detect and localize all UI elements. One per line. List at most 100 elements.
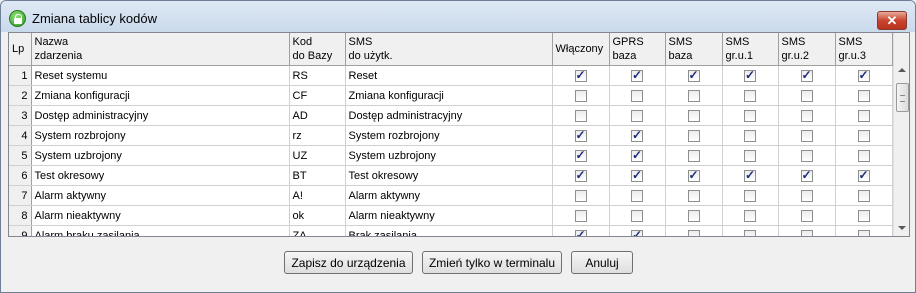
enabled-checkbox[interactable] (574, 228, 587, 236)
user-sms-cell[interactable]: Zmiana konfiguracji (345, 85, 553, 106)
sms-group-2-checkbox[interactable] (800, 149, 813, 162)
close-button[interactable]: ✕ (877, 11, 907, 30)
column-header-0[interactable]: Lp (9, 33, 32, 66)
column-header-5[interactable]: GPRS baza (609, 33, 666, 66)
sms-group-2-checkbox[interactable] (800, 89, 813, 102)
gprs-base-checkbox[interactable] (631, 209, 643, 222)
table-row[interactable]: 3 Dostęp administracyjny AD Dostęp administ… (9, 105, 893, 126)
event-name-cell[interactable]: System uzbrojony (31, 145, 290, 166)
sms-group-3-checkbox[interactable] (857, 209, 870, 222)
enabled-checkbox[interactable] (574, 189, 587, 202)
sms-group-1-checkbox[interactable] (744, 189, 756, 202)
cancel-button[interactable]: Anuluj (571, 251, 633, 274)
column-header-2[interactable]: Kod do Bazy (289, 33, 346, 66)
save-to-device-button[interactable]: Zapisz do urządzenia (284, 251, 413, 274)
sms-group-2-checkbox[interactable] (800, 189, 813, 202)
sms-group-2-checkbox[interactable] (800, 109, 813, 122)
sms-group-1-checkbox[interactable] (744, 149, 756, 162)
table-row[interactable]: 4 System rozbrojony rz System rozbrojony (9, 125, 893, 146)
event-name-cell[interactable]: Dostęp administracyjny (31, 105, 290, 126)
sms-group-2-checkbox[interactable] (800, 229, 813, 236)
enabled-checkbox[interactable] (574, 168, 587, 182)
sms-group-2-checkbox[interactable] (800, 68, 813, 82)
sms-group-2-checkbox[interactable] (800, 129, 813, 142)
base-code-cell[interactable]: ok (289, 205, 346, 226)
enabled-checkbox[interactable] (574, 128, 587, 142)
sms-group-3-checkbox[interactable] (857, 89, 870, 102)
column-header-9[interactable]: SMS gr.u.3 (835, 33, 893, 66)
column-header-1[interactable]: Nazwa zdarzenia (31, 33, 290, 66)
table-row[interactable]: 2 Zmiana konfiguracji CF Zmiana konfiguracj… (9, 85, 893, 106)
sms-group-3-checkbox[interactable] (857, 68, 870, 82)
sms-group-1-checkbox[interactable] (744, 89, 756, 102)
user-sms-cell[interactable]: Alarm nieaktywny (345, 205, 553, 226)
sms-base-checkbox[interactable] (687, 109, 700, 122)
sms-group-3-checkbox[interactable] (857, 229, 870, 236)
sms-group-3-checkbox[interactable] (857, 129, 870, 142)
event-name-cell[interactable]: Reset systemu (31, 65, 290, 86)
title-bar[interactable]: Zmiana tablicy kodów ✕ (1, 1, 915, 32)
table-row[interactable]: 9 Alarm braku zasilania ZA Brak zasilania (9, 225, 893, 236)
sms-base-checkbox[interactable] (687, 68, 700, 82)
gprs-base-checkbox[interactable] (631, 128, 643, 142)
base-code-cell[interactable]: AD (289, 105, 346, 126)
event-name-cell[interactable]: Alarm braku zasilania (31, 225, 290, 236)
sms-group-1-checkbox[interactable] (744, 229, 756, 236)
event-name-cell[interactable]: Zmiana konfiguracji (31, 85, 290, 106)
change-in-terminal-button[interactable]: Zmień tylko w terminalu (422, 251, 562, 274)
base-code-cell[interactable]: BT (289, 165, 346, 186)
base-code-cell[interactable]: CF (289, 85, 346, 106)
column-header-8[interactable]: SMS gr.u.2 (778, 33, 836, 66)
user-sms-cell[interactable]: System rozbrojony (345, 125, 553, 146)
scroll-up-icon[interactable] (898, 68, 906, 72)
user-sms-cell[interactable]: System uzbrojony (345, 145, 553, 166)
base-code-cell[interactable]: A! (289, 185, 346, 206)
gprs-base-checkbox[interactable] (631, 89, 643, 102)
user-sms-cell[interactable]: Reset (345, 65, 553, 86)
column-header-6[interactable]: SMS baza (665, 33, 723, 66)
gprs-base-checkbox[interactable] (631, 109, 643, 122)
enabled-checkbox[interactable] (574, 209, 587, 222)
sms-group-1-checkbox[interactable] (744, 109, 756, 122)
sms-group-1-checkbox[interactable] (744, 209, 756, 222)
sms-base-checkbox[interactable] (687, 168, 700, 182)
gprs-base-checkbox[interactable] (631, 148, 643, 162)
enabled-checkbox[interactable] (574, 148, 587, 162)
vertical-scrollbar[interactable] (893, 33, 909, 236)
sms-base-checkbox[interactable] (687, 229, 700, 236)
sms-group-1-checkbox[interactable] (744, 168, 756, 182)
base-code-cell[interactable]: ZA (289, 225, 346, 236)
base-code-cell[interactable]: UZ (289, 145, 346, 166)
gprs-base-checkbox[interactable] (631, 168, 643, 182)
sms-base-checkbox[interactable] (687, 149, 700, 162)
table-row[interactable]: 5 System uzbrojony UZ System uzbrojony (9, 145, 893, 166)
event-name-cell[interactable]: Alarm aktywny (31, 185, 290, 206)
sms-base-checkbox[interactable] (687, 89, 700, 102)
sms-base-checkbox[interactable] (687, 209, 700, 222)
gprs-base-checkbox[interactable] (631, 68, 643, 82)
event-name-cell[interactable]: Alarm nieaktywny (31, 205, 290, 226)
user-sms-cell[interactable]: Alarm aktywny (345, 185, 553, 206)
sms-group-2-checkbox[interactable] (800, 168, 813, 182)
table-row[interactable]: 1 Reset systemu RS Reset (9, 65, 893, 86)
sms-base-checkbox[interactable] (687, 189, 700, 202)
scroll-thumb[interactable] (896, 83, 909, 112)
table-row[interactable]: 6 Test okresowy BT Test okresowy (9, 165, 893, 186)
enabled-checkbox[interactable] (574, 89, 587, 102)
sms-group-3-checkbox[interactable] (857, 149, 870, 162)
user-sms-cell[interactable]: Dostęp administracyjny (345, 105, 553, 126)
base-code-cell[interactable]: rz (289, 125, 346, 146)
event-name-cell[interactable]: System rozbrojony (31, 125, 290, 146)
user-sms-cell[interactable]: Test okresowy (345, 165, 553, 186)
gprs-base-checkbox[interactable] (631, 228, 643, 236)
table-row[interactable]: 7 Alarm aktywny A! Alarm aktywny (9, 185, 893, 206)
sms-group-1-checkbox[interactable] (744, 68, 756, 82)
gprs-base-checkbox[interactable] (631, 189, 643, 202)
sms-group-3-checkbox[interactable] (857, 168, 870, 182)
sms-group-3-checkbox[interactable] (857, 189, 870, 202)
column-header-4[interactable]: Włączony (552, 33, 610, 66)
sms-base-checkbox[interactable] (687, 129, 700, 142)
enabled-checkbox[interactable] (574, 109, 587, 122)
enabled-checkbox[interactable] (574, 68, 587, 82)
table-row[interactable]: 8 Alarm nieaktywny ok Alarm nieaktywny (9, 205, 893, 226)
